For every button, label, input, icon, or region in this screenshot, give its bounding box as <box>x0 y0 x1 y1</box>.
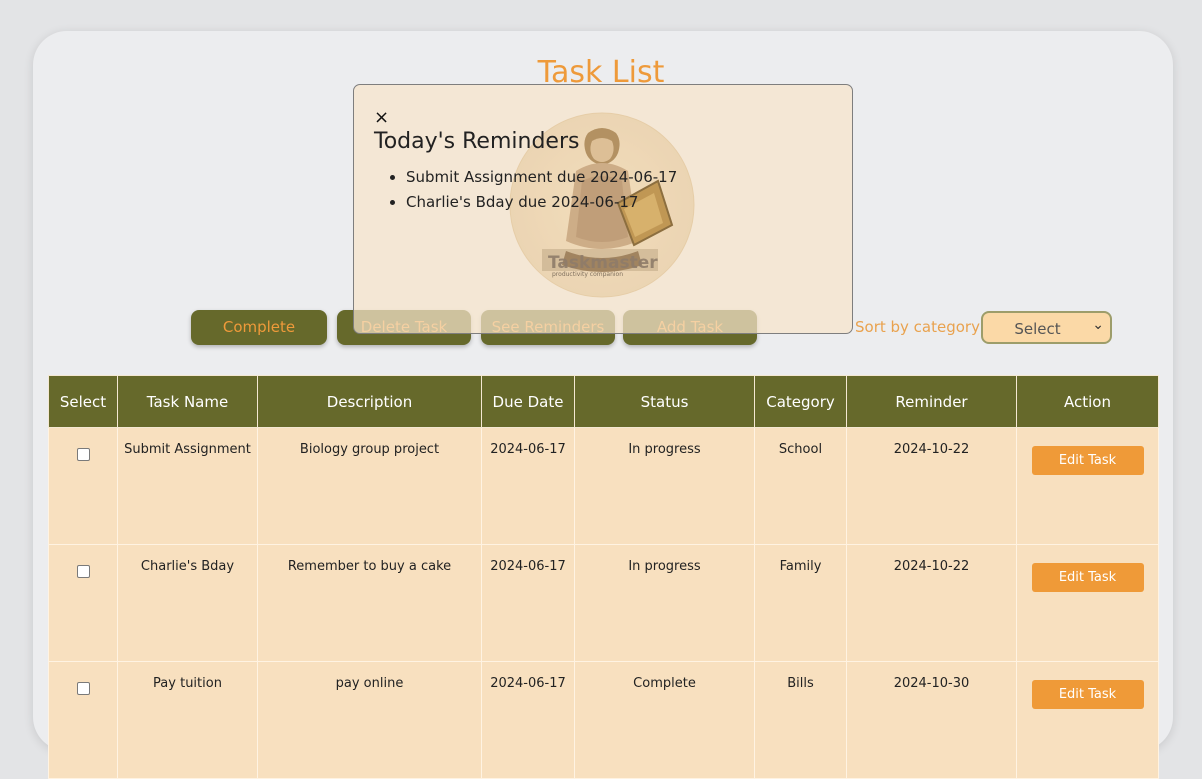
modal-title: Today's Reminders <box>374 129 580 154</box>
table-row: Submit Assignment Biology group project … <box>48 427 1159 545</box>
reminder-cell: 2024-10-30 <box>846 661 1017 779</box>
row-checkbox[interactable] <box>76 565 90 578</box>
svg-text:productivity companion: productivity companion <box>552 271 623 278</box>
table-row: Charlie's Bday Remember to buy a cake 20… <box>48 544 1159 662</box>
chevron-down-icon: ⌄ <box>1092 317 1104 333</box>
header-action: Action <box>1016 375 1159 428</box>
row-checkbox[interactable] <box>76 682 90 695</box>
task-name-cell: Pay tuition <box>117 661 258 779</box>
description-cell: pay online <box>257 661 482 779</box>
list-item: Submit Assignment due 2024-06-17 <box>406 165 677 190</box>
row-checkbox[interactable] <box>76 448 90 461</box>
category-select-value: Select <box>1014 320 1061 338</box>
description-cell: Biology group project <box>257 427 482 545</box>
status-cell: In progress <box>574 427 755 545</box>
category-cell: Family <box>754 544 847 662</box>
description-cell: Remember to buy a cake <box>257 544 482 662</box>
close-icon[interactable]: × <box>374 107 389 128</box>
status-cell: In progress <box>574 544 755 662</box>
complete-button[interactable]: Complete <box>191 310 327 345</box>
task-name-cell: Submit Assignment <box>117 427 258 545</box>
header-reminder: Reminder <box>846 375 1017 428</box>
header-due-date: Due Date <box>481 375 575 428</box>
header-description: Description <box>257 375 482 428</box>
category-cell: School <box>754 427 847 545</box>
header-status: Status <box>574 375 755 428</box>
reminders-modal: Taskmaster productivity companion × Toda… <box>353 84 853 334</box>
reminder-cell: 2024-10-22 <box>846 427 1017 545</box>
edit-task-button[interactable]: Edit Task <box>1031 446 1144 475</box>
reminders-list: Submit Assignment due 2024-06-17 Charlie… <box>374 165 677 215</box>
svg-text:Taskmaster: Taskmaster <box>548 253 658 273</box>
sort-label: Sort by category <box>855 318 980 336</box>
category-select[interactable]: Select ⌄ <box>981 311 1112 344</box>
category-cell: Bills <box>754 661 847 779</box>
task-name-cell: Charlie's Bday <box>117 544 258 662</box>
header-category: Category <box>754 375 847 428</box>
due-date-cell: 2024-06-17 <box>481 427 575 545</box>
status-cell: Complete <box>574 661 755 779</box>
list-item: Charlie's Bday due 2024-06-17 <box>406 190 677 215</box>
header-select: Select <box>48 375 118 428</box>
due-date-cell: 2024-06-17 <box>481 661 575 779</box>
header-task-name: Task Name <box>117 375 258 428</box>
table-header-row: Select Task Name Description Due Date St… <box>48 375 1159 428</box>
task-table: Select Task Name Description Due Date St… <box>48 375 1159 779</box>
edit-task-button[interactable]: Edit Task <box>1031 563 1144 592</box>
edit-task-button[interactable]: Edit Task <box>1031 680 1144 709</box>
reminder-cell: 2024-10-22 <box>846 544 1017 662</box>
due-date-cell: 2024-06-17 <box>481 544 575 662</box>
table-row: Pay tuition pay online 2024-06-17 Comple… <box>48 661 1159 779</box>
